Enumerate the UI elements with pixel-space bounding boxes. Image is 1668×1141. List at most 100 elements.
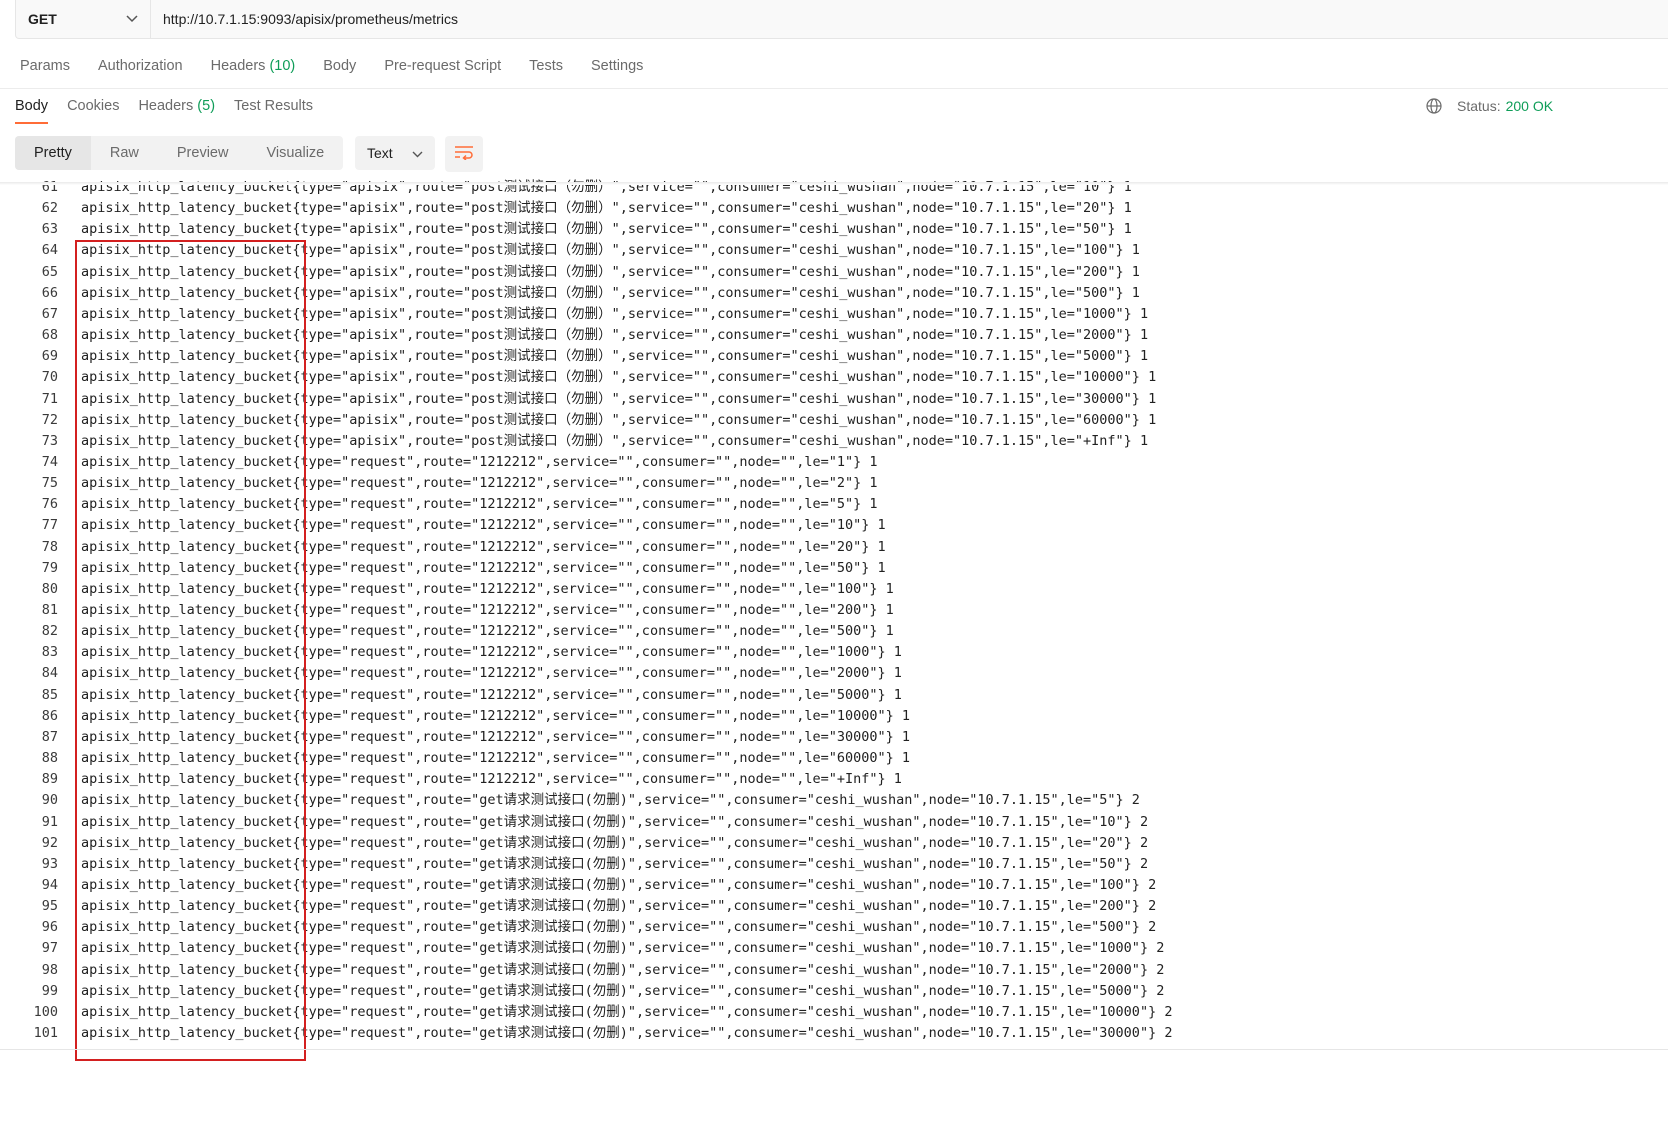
globe-icon[interactable] <box>1426 98 1442 114</box>
wrap-lines-button[interactable] <box>445 136 483 172</box>
status-area: Status: 200 OK <box>1426 98 1553 114</box>
tab-settings[interactable]: Settings <box>591 58 643 74</box>
code-line: 80 apisix_http_latency_bucket{type="reque… <box>0 579 1668 600</box>
code-line: 95 apisix_http_latency_bucket{type="reque… <box>0 896 1668 917</box>
code-line: 71 apisix_http_latency_bucket{type="apisi… <box>0 389 1668 410</box>
code-line: 75 apisix_http_latency_bucket{type="reque… <box>0 473 1668 494</box>
tab-params[interactable]: Params <box>20 58 70 74</box>
method-label: GET <box>28 11 57 27</box>
code-text: apisix_http_latency_bucket{type="apisix"… <box>81 390 1157 407</box>
chevron-down-icon <box>412 145 423 161</box>
line-number: 76 <box>41 496 58 513</box>
tab-authorization[interactable]: Authorization <box>98 58 183 74</box>
format-raw[interactable]: Raw <box>91 136 158 170</box>
url-input[interactable]: http://10.7.1.15:9093/apisix/prometheus/… <box>151 0 1668 38</box>
line-number: 83 <box>41 644 58 661</box>
line-number: 62 <box>41 200 58 217</box>
line-number: 63 <box>41 221 58 238</box>
code-line: 99 apisix_http_latency_bucket{type="reque… <box>0 981 1668 1002</box>
code-text: apisix_http_latency_bucket{type="request… <box>81 919 1157 936</box>
code-line: 63 apisix_http_latency_bucket{type="apisi… <box>0 219 1668 240</box>
code-text: apisix_http_latency_bucket{type="request… <box>81 623 894 640</box>
line-number: 69 <box>41 348 58 365</box>
code-text: apisix_http_latency_bucket{type="request… <box>81 961 1165 978</box>
code-line: 87 apisix_http_latency_bucket{type="reque… <box>0 727 1668 748</box>
code-text: apisix_http_latency_bucket{type="request… <box>81 602 894 618</box>
line-number: 72 <box>41 411 58 428</box>
tab-headers[interactable]: Headers (10) <box>211 58 296 74</box>
status-value[interactable]: 200 OK <box>1506 98 1553 114</box>
chevron-down-icon <box>126 12 138 26</box>
code-text: apisix_http_latency_bucket{type="request… <box>81 644 902 661</box>
line-number: 98 <box>41 961 58 978</box>
code-text: apisix_http_latency_bucket{type="request… <box>81 517 886 534</box>
tab-cookies[interactable]: Cookies <box>67 98 119 124</box>
code-text: apisix_http_latency_bucket{type="request… <box>81 559 886 576</box>
line-number: 79 <box>41 559 58 576</box>
code-line: 84 apisix_http_latency_bucket{type="reque… <box>0 663 1668 684</box>
code-text: apisix_http_latency_bucket{type="apisix"… <box>81 200 1132 217</box>
line-number: 90 <box>41 792 58 809</box>
code-text: apisix_http_latency_bucket{type="apisix"… <box>81 432 1149 449</box>
line-number: 94 <box>41 876 58 893</box>
code-line: 68 apisix_http_latency_bucket{type="apisi… <box>0 325 1668 346</box>
code-text: apisix_http_latency_bucket{type="request… <box>81 750 911 767</box>
code-text: apisix_http_latency_bucket{type="apisix"… <box>81 369 1157 386</box>
toolbar-shadow <box>0 182 1668 185</box>
tab-body[interactable]: Body <box>323 58 356 74</box>
code-text: apisix_http_latency_bucket{type="apisix"… <box>81 179 1132 195</box>
line-number: 66 <box>41 284 58 301</box>
tab-response-body[interactable]: Body <box>15 98 49 124</box>
language-select[interactable]: Text <box>355 136 435 170</box>
line-number: 77 <box>41 517 58 534</box>
code-text: apisix_http_latency_bucket{type="request… <box>81 728 911 745</box>
code-text: apisix_http_latency_bucket{type="request… <box>81 707 911 724</box>
line-number: 73 <box>41 432 58 449</box>
code-text: apisix_http_latency_bucket{type="apisix"… <box>81 305 1149 322</box>
code-line: 67 apisix_http_latency_bucket{type="apisi… <box>0 304 1668 325</box>
method-select[interactable]: GET <box>16 0 151 38</box>
tab-tests[interactable]: Tests <box>529 58 563 74</box>
line-number: 81 <box>41 602 58 618</box>
line-number: 84 <box>41 665 58 682</box>
code-text: apisix_http_latency_bucket{type="request… <box>81 771 902 788</box>
tab-pre-request-script[interactable]: Pre-request Script <box>384 58 501 74</box>
code-line: 61 apisix_http_latency_bucket{type="apisi… <box>0 177 1668 198</box>
code-text: apisix_http_latency_bucket{type="apisix"… <box>81 284 1140 301</box>
line-number: 89 <box>41 771 58 788</box>
code-text: apisix_http_latency_bucket{type="request… <box>81 834 1149 851</box>
request-bar: GET http://10.7.1.15:9093/apisix/prometh… <box>15 0 1668 39</box>
code-text: apisix_http_latency_bucket{type="request… <box>81 813 1149 830</box>
line-number: 96 <box>41 919 58 936</box>
line-number: 70 <box>41 369 58 386</box>
code-line: 91 apisix_http_latency_bucket{type="reque… <box>0 812 1668 833</box>
code-text: apisix_http_latency_bucket{type="request… <box>81 1025 1173 1041</box>
format-pretty[interactable]: Pretty <box>15 136 91 170</box>
format-preview[interactable]: Preview <box>158 136 248 170</box>
wrap-lines-icon <box>454 144 474 165</box>
code-line: 65 apisix_http_latency_bucket{type="apisi… <box>0 262 1668 283</box>
code-line: 69 apisix_http_latency_bucket{type="apisi… <box>0 346 1668 367</box>
line-number: 92 <box>41 834 58 851</box>
code-line: 73 apisix_http_latency_bucket{type="apisi… <box>0 431 1668 452</box>
response-body-code[interactable]: 61 apisix_http_latency_bucket{type="apisi… <box>0 177 1668 1045</box>
line-number: 95 <box>41 898 58 915</box>
line-number: 87 <box>41 728 58 745</box>
code-line: 100 apisix_http_latency_bucket{type="requ… <box>0 1002 1668 1023</box>
line-number: 101 <box>33 1025 58 1041</box>
line-number: 71 <box>41 390 58 407</box>
tab-response-headers[interactable]: Headers (5) <box>138 98 215 124</box>
code-line: 74 apisix_http_latency_bucket{type="reque… <box>0 452 1668 473</box>
code-text: apisix_http_latency_bucket{type="apisix"… <box>81 242 1140 259</box>
format-tabs: Pretty Raw Preview Visualize <box>15 136 344 170</box>
code-line: 94 apisix_http_latency_bucket{type="reque… <box>0 875 1668 896</box>
code-line: 88 apisix_http_latency_bucket{type="reque… <box>0 748 1668 769</box>
code-text: apisix_http_latency_bucket{type="apisix"… <box>81 411 1157 428</box>
code-line: 92 apisix_http_latency_bucket{type="reque… <box>0 833 1668 854</box>
divider <box>0 1049 1668 1050</box>
code-line: 93 apisix_http_latency_bucket{type="reque… <box>0 854 1668 875</box>
tab-test-results[interactable]: Test Results <box>234 98 313 124</box>
line-number: 100 <box>33 1003 58 1020</box>
response-headers-count: (5) <box>197 98 216 114</box>
format-visualize[interactable]: Visualize <box>247 136 343 170</box>
